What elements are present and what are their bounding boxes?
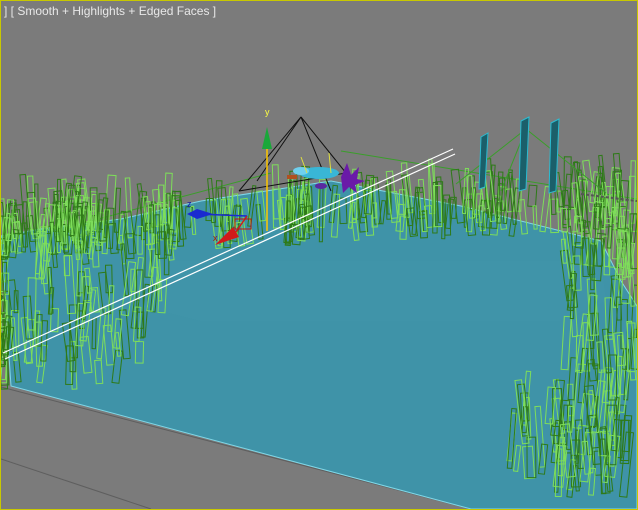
viewport-label-menu[interactable]: ] [ Smooth + Highlights + Edged Faces ] bbox=[4, 4, 216, 20]
gizmo-y-cone-icon[interactable] bbox=[262, 127, 272, 149]
gizmo-x-label: x bbox=[213, 233, 218, 243]
perspective-viewport[interactable]: y z x ] [ Smooth + Highlights + Edged Fa… bbox=[0, 0, 638, 510]
gizmo-y-label: y bbox=[265, 107, 270, 117]
grass-blade bbox=[527, 184, 538, 208]
gizmo-z-label: z bbox=[187, 199, 192, 209]
scene-canvas[interactable]: y z x bbox=[1, 1, 637, 509]
